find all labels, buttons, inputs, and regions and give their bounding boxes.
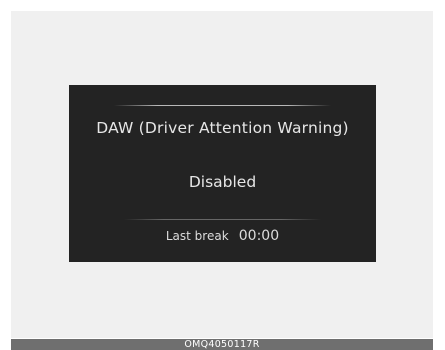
figure-code: OMQ4050117R	[184, 339, 260, 350]
last-break-time: 00:00	[238, 228, 280, 244]
figure-code-bar: OMQ4050117R	[11, 339, 433, 350]
bottom-divider	[124, 219, 321, 220]
daw-status: Disabled	[188, 173, 257, 191]
last-break-label: Last break	[165, 229, 229, 243]
cluster-display: DAW (Driver Attention Warning) Disabled …	[69, 85, 376, 262]
last-break-row: Last break 00:00	[69, 225, 376, 244]
top-divider	[114, 105, 331, 106]
daw-title: DAW (Driver Attention Warning)	[96, 119, 349, 137]
